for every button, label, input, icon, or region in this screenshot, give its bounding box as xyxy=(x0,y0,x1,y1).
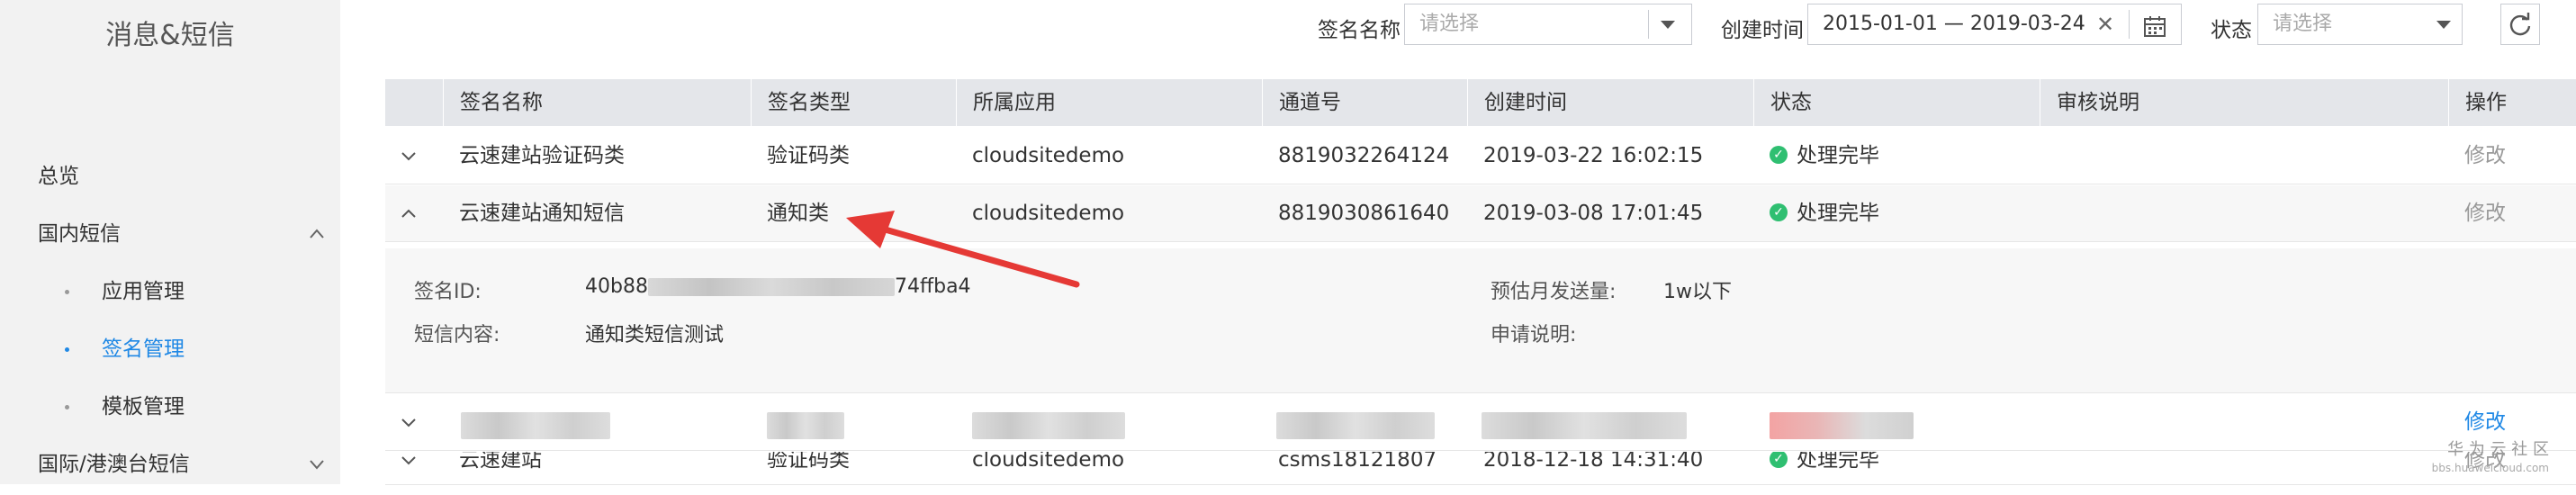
column-header-created: 创建时间 xyxy=(1467,79,1753,126)
column-header-channel: 通道号 xyxy=(1262,79,1467,126)
sign-id-value: 40b88 74ffba4 xyxy=(585,275,971,298)
redacted-blur xyxy=(1482,412,1687,439)
sidebar-title: 消息&短信 xyxy=(105,20,235,51)
edit-link[interactable]: 修改 xyxy=(2448,185,2506,241)
status-filter-label: 状态 xyxy=(2211,19,2252,42)
cell-created: 2019-03-08 17:01:45 xyxy=(1483,202,1704,225)
cell-app: cloudsitedemo xyxy=(972,202,1125,225)
redacted-blur xyxy=(647,278,895,296)
application-note-label: 申请说明: xyxy=(1491,324,1577,346)
sign-id-label: 签名ID: xyxy=(414,281,482,303)
column-header-action: 操作 xyxy=(2448,79,2576,126)
divider xyxy=(2129,10,2130,39)
sidebar-item-domestic-sms[interactable]: 国内短信 xyxy=(38,216,340,252)
chevron-down-icon[interactable] xyxy=(1661,21,1675,29)
watermark: 华 为 云 社 区 bbs.huaweicloud.com xyxy=(2432,441,2549,477)
table-row: 云速建站 验证码类 cloudsitedemo csms18121807 201… xyxy=(385,452,2576,485)
redacted-blur xyxy=(972,412,1125,439)
sign-id-prefix: 40b88 xyxy=(585,275,648,298)
table-header: 签名名称 签名类型 所属应用 通道号 创建时间 状态 审核说明 操作 xyxy=(385,79,2576,126)
cell-sign-type: 验证码类 xyxy=(767,452,850,472)
sign-name-filter-label: 签名名称 xyxy=(1318,19,1401,42)
sidebar: 消息&短信 总览 国内短信 应用管理 签名管理 模板管理 国际/港澳台短信 xyxy=(0,0,340,484)
date-range-value: 2015-01-01 — 2019-03-24 xyxy=(1823,13,2085,35)
sign-id-suffix: 74ffba4 xyxy=(894,275,971,298)
check-circle-icon: ✓ xyxy=(1770,202,1788,221)
table-row: 云速建站通知短信 通知类 cloudsitedemo 8819030861640… xyxy=(385,185,2576,242)
status-select[interactable]: 请选择 xyxy=(2257,4,2463,45)
created-time-filter-label: 创建时间 xyxy=(1721,19,1804,42)
cell-created: 2018-12-18 14:31:40 xyxy=(1483,452,1704,472)
monthly-volume-value: 1w以下 xyxy=(1663,281,1732,303)
cell-sign-name: 云速建站 xyxy=(459,452,542,472)
cell-status: ✓ 处理完毕 xyxy=(1753,128,1879,184)
cell-sign-name: 云速建站验证码类 xyxy=(459,144,625,167)
cell-channel: 8819032264124 xyxy=(1278,144,1450,167)
check-circle-icon: ✓ xyxy=(1770,145,1788,164)
clear-icon[interactable]: ✕ xyxy=(2096,4,2114,44)
cell-sign-type: 验证码类 xyxy=(767,144,850,167)
refresh-icon xyxy=(2509,13,2531,36)
status-text: 处理完毕 xyxy=(1797,144,1879,167)
bullet-icon xyxy=(65,290,69,294)
column-header-app: 所属应用 xyxy=(956,79,1262,126)
cell-app: cloudsitedemo xyxy=(972,144,1125,167)
status-text: 处理完毕 xyxy=(1797,202,1879,225)
cell-created: 2019-03-22 16:02:15 xyxy=(1483,144,1704,167)
redacted-blur xyxy=(1770,412,1914,439)
sidebar-item-label: 签名管理 xyxy=(102,338,185,361)
sidebar-item-international-sms[interactable]: 国际/港澳台短信 xyxy=(38,446,340,482)
cell-app: cloudsitedemo xyxy=(972,452,1125,472)
status-placeholder: 请选择 xyxy=(2273,13,2333,35)
watermark-text: 华 为 云 社 区 xyxy=(2447,440,2549,459)
watermark-url: bbs.huaweicloud.com xyxy=(2431,462,2549,474)
table-row: 云速建站验证码类 验证码类 cloudsitedemo 881903226412… xyxy=(385,128,2576,184)
chevron-down-icon xyxy=(308,446,326,495)
cell-channel: 8819030861640 xyxy=(1278,202,1450,225)
chevron-up-icon xyxy=(308,216,326,265)
status-text: 处理完毕 xyxy=(1797,452,1879,472)
sidebar-item-label: 国际/港澳台短信 xyxy=(38,453,190,476)
refresh-button[interactable] xyxy=(2500,4,2540,45)
sms-content-value: 通知类短信测试 xyxy=(585,324,725,346)
table-row: 修改 xyxy=(385,394,2576,451)
sidebar-item-signature-management[interactable]: 签名管理 xyxy=(65,331,185,367)
redacted-blur xyxy=(767,412,844,439)
column-header-sign-name: 签名名称 xyxy=(443,79,751,126)
date-range-picker[interactable]: 2015-01-01 — 2019-03-24 ✕ xyxy=(1807,4,2182,45)
sidebar-item-label: 模板管理 xyxy=(102,395,185,418)
column-header-review-note: 审核说明 xyxy=(2040,79,2448,126)
sidebar-item-label: 国内短信 xyxy=(38,222,121,246)
sidebar-item-app-management[interactable]: 应用管理 xyxy=(65,274,185,310)
cell-status: ✓ 处理完毕 xyxy=(1753,452,1879,484)
chevron-down-icon xyxy=(2436,21,2451,29)
cell-sign-type: 通知类 xyxy=(767,202,829,225)
sidebar-item-template-management[interactable]: 模板管理 xyxy=(65,389,185,425)
cell-channel: csms18121807 xyxy=(1278,452,1437,472)
edit-link[interactable]: 修改 xyxy=(2448,128,2506,184)
column-header-sign-type: 签名类型 xyxy=(751,79,956,126)
redacted-blur xyxy=(461,412,610,439)
redacted-blur xyxy=(1276,412,1435,439)
sms-content-label: 短信内容: xyxy=(414,324,500,346)
sidebar-item-overview[interactable]: 总览 xyxy=(38,158,340,194)
sign-name-select[interactable]: 请选择 xyxy=(1404,4,1692,45)
monthly-volume-label: 预估月发送量: xyxy=(1491,281,1617,303)
bullet-icon xyxy=(65,405,69,410)
cell-sign-name: 云速建站通知短信 xyxy=(459,202,625,225)
sidebar-item-label: 总览 xyxy=(38,165,79,188)
sidebar-item-label: 应用管理 xyxy=(102,280,185,303)
divider xyxy=(1648,10,1649,39)
sign-name-placeholder: 请选择 xyxy=(1419,13,1480,35)
chevron-down-icon[interactable] xyxy=(400,452,418,484)
bullet-icon xyxy=(65,347,69,352)
calendar-icon[interactable] xyxy=(2143,14,2166,53)
column-header-status: 状态 xyxy=(1753,79,2040,126)
row-detail-panel: 签名ID: 40b88 74ffba4 短信内容: 通知类短信测试 预估月发送量:… xyxy=(385,248,2576,393)
check-circle-icon: ✓ xyxy=(1770,452,1788,468)
cell-status: ✓ 处理完毕 xyxy=(1753,185,1879,241)
